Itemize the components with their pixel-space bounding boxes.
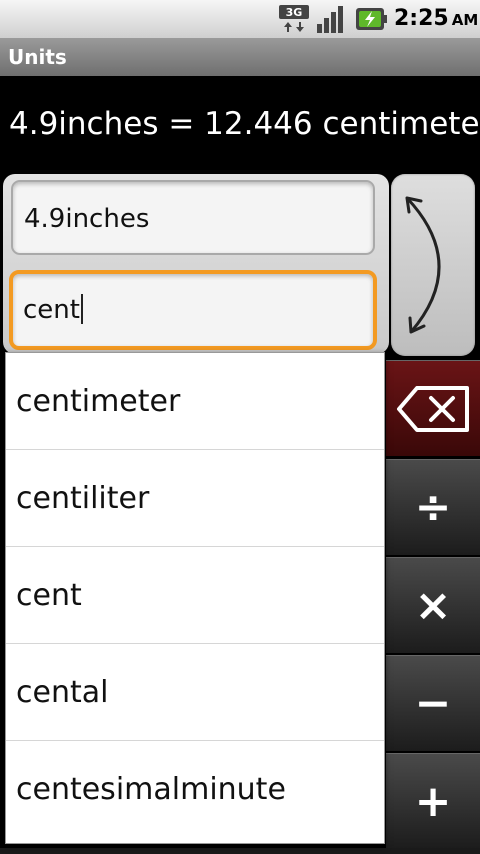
suggestion-label: cental [16, 674, 109, 710]
multiply-button[interactable]: × [386, 557, 480, 653]
suggestion-label: centimeter [16, 383, 181, 419]
status-bar: 3G 2:25 AM [0, 0, 480, 38]
keypad-bottom-edge [0, 848, 480, 854]
clock-time: 2:25 [394, 6, 449, 31]
autocomplete-dropdown: centimeter centiliter cent cental centes… [5, 352, 385, 844]
minus-button[interactable]: − [386, 655, 480, 751]
status-clock: 2:25 AM [394, 6, 478, 31]
suggestion-item[interactable]: centiliter [6, 450, 384, 547]
to-unit-value: cent [23, 294, 83, 325]
clock-ampm: AM [451, 11, 479, 29]
swap-units-button[interactable] [391, 174, 475, 356]
title-bar: Units [0, 38, 480, 76]
text-cursor [80, 294, 83, 324]
suggestion-item[interactable]: cental [6, 644, 384, 741]
plus-button[interactable]: + [386, 753, 480, 849]
suggestion-label: centiliter [16, 480, 150, 516]
battery-charging-icon [356, 8, 387, 30]
divide-label: ÷ [414, 482, 452, 533]
suggestion-item[interactable]: centesimalminute [6, 741, 384, 838]
multiply-label: × [414, 580, 452, 631]
app-title: Units [8, 45, 67, 69]
input-panel: 4.9inches cent [3, 174, 389, 354]
from-unit-field[interactable]: 4.9inches [11, 180, 375, 255]
minus-label: − [414, 678, 452, 729]
conversion-result: 4.9inches = 12.446 centimeter [9, 106, 480, 142]
to-unit-field[interactable]: cent [9, 270, 377, 350]
swap-arrows-icon [405, 196, 441, 334]
divide-button[interactable]: ÷ [386, 459, 480, 555]
to-unit-text: cent [23, 295, 80, 325]
suggestion-label: cent [16, 577, 82, 613]
signal-strength-icon [317, 6, 343, 33]
backspace-icon [397, 385, 469, 432]
svg-text:3G: 3G [286, 6, 303, 19]
suggestion-label: centesimalminute [16, 772, 286, 807]
from-unit-value: 4.9inches [24, 204, 150, 234]
backspace-button[interactable] [386, 360, 480, 456]
suggestion-item[interactable]: cent [6, 547, 384, 644]
suggestion-item[interactable]: centimeter [6, 353, 384, 450]
3g-data-icon: 3G [279, 5, 309, 32]
plus-label: + [414, 776, 452, 827]
